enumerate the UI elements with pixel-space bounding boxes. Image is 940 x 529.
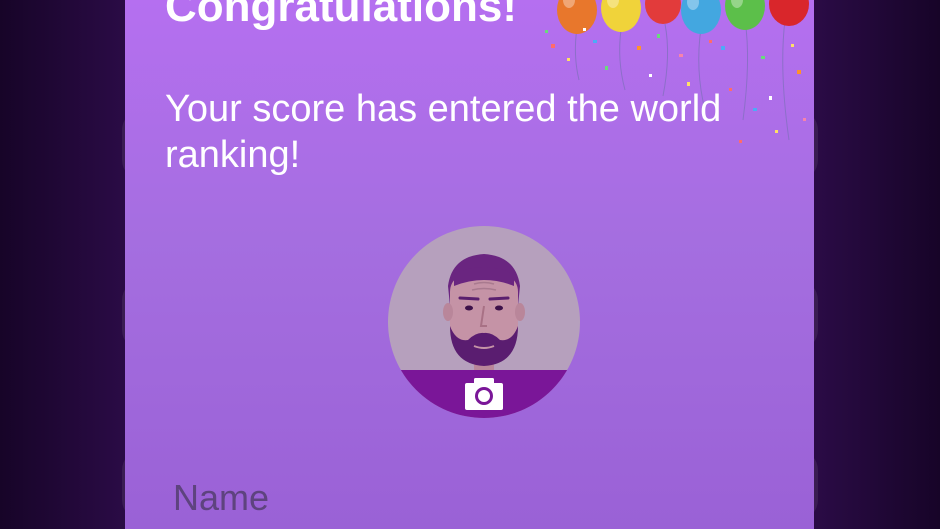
dialog-message: Your score has entered the world ranking… [165, 88, 722, 176]
ranking-dialog: Congratulations! Your score has entered … [125, 0, 814, 529]
dialog-title: Congratulations! [165, 0, 517, 31]
game-screen: Congratulations! Your score has entered … [0, 0, 940, 529]
name-input[interactable] [165, 470, 781, 526]
bearded-man-avatar-icon [388, 226, 580, 418]
avatar-picker[interactable] [388, 226, 580, 418]
